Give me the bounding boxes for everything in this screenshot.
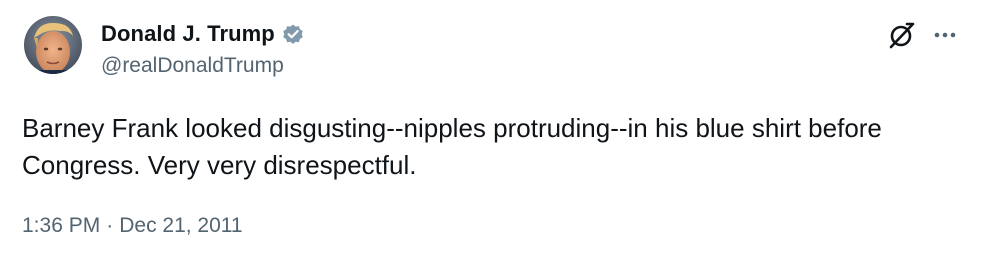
author-name-row: Donald J. Trump	[101, 19, 305, 49]
grok-icon[interactable]	[887, 20, 917, 50]
tweet-timestamp[interactable]: 1:36 PM · Dec 21, 2011	[22, 214, 243, 238]
avatar[interactable]	[24, 16, 82, 74]
more-options-icon[interactable]	[928, 20, 960, 50]
tweet-card: Donald J. Trump @realDonaldTrump Barney …	[0, 0, 982, 262]
timestamp-separator: ·	[106, 214, 114, 237]
verified-badge-icon[interactable]	[281, 22, 305, 46]
tweet-date[interactable]: Dec 21, 2011	[119, 214, 242, 238]
tweet-time[interactable]: 1:36 PM	[22, 214, 100, 238]
author-handle[interactable]: @realDonaldTrump	[101, 54, 284, 78]
tweet-text: Barney Frank looked disgusting--nipples …	[22, 113, 882, 180]
profile-photo-icon	[24, 16, 82, 74]
display-name[interactable]: Donald J. Trump	[101, 21, 275, 47]
